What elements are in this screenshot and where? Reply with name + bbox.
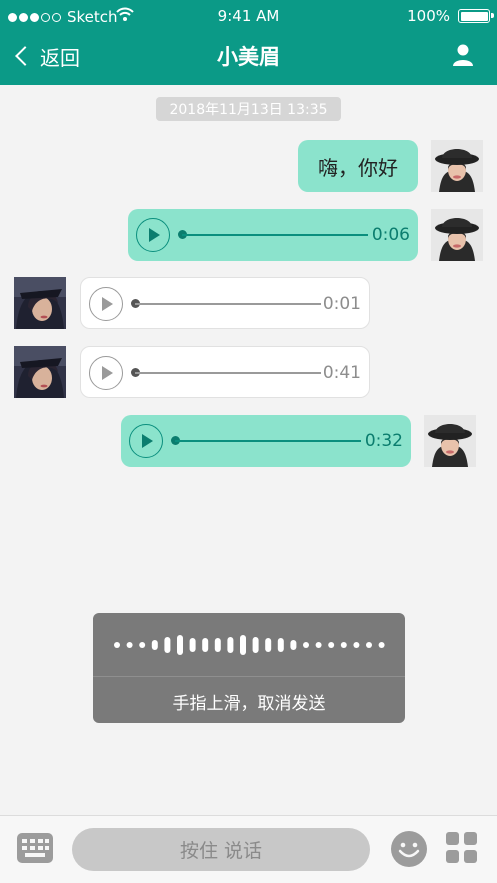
my-avatar[interactable] xyxy=(424,415,476,467)
contact-avatar[interactable] xyxy=(14,346,66,398)
cancel-hint: 手指上滑，取消发送 xyxy=(172,694,326,714)
play-icon[interactable] xyxy=(136,218,170,252)
contact-avatar[interactable] xyxy=(14,277,66,329)
voice-message[interactable]: 0:41 xyxy=(80,346,370,398)
app-header: Sketch 9:41 AM 100% 返回 小美眉 xyxy=(0,0,497,85)
voice-message[interactable]: 0:01 xyxy=(80,277,370,329)
message-bubble-text[interactable]: 嗨，你好 xyxy=(298,140,418,192)
status-bar: Sketch 9:41 AM 100% xyxy=(0,0,497,32)
progress-track xyxy=(175,440,361,442)
play-icon[interactable] xyxy=(129,424,163,458)
input-bar: 按住 说话 xyxy=(0,815,497,883)
progress-track xyxy=(182,234,368,236)
progress-track xyxy=(135,372,321,374)
voice-duration: 0:32 xyxy=(364,431,403,451)
chat-title: 小美眉 xyxy=(217,45,280,69)
battery-percent: 100% xyxy=(407,7,450,25)
battery-icon xyxy=(458,9,494,23)
timestamp-badge: 2018年11月13日 13:35 xyxy=(156,97,341,121)
voice-duration: 0:41 xyxy=(322,363,361,383)
keyboard-icon[interactable] xyxy=(17,833,53,863)
voice-message[interactable]: 0:32 xyxy=(121,415,411,467)
voice-message[interactable]: 0:06 xyxy=(128,209,418,261)
sound-wave-icon xyxy=(114,635,385,655)
message-text: 嗨，你好 xyxy=(318,155,398,180)
my-avatar[interactable] xyxy=(431,140,483,192)
voice-duration: 0:06 xyxy=(371,225,410,245)
voice-duration: 0:01 xyxy=(322,294,361,314)
play-icon[interactable] xyxy=(89,356,123,390)
person-icon[interactable] xyxy=(451,43,475,67)
play-icon[interactable] xyxy=(89,287,123,321)
progress-track xyxy=(135,303,321,305)
recording-popup: 手指上滑，取消发送 xyxy=(93,613,405,723)
my-avatar[interactable] xyxy=(431,209,483,261)
emoji-icon[interactable] xyxy=(390,830,428,868)
divider xyxy=(93,676,405,677)
more-icon[interactable] xyxy=(446,832,478,864)
hold-to-talk-button[interactable]: 按住 说话 xyxy=(72,828,370,871)
